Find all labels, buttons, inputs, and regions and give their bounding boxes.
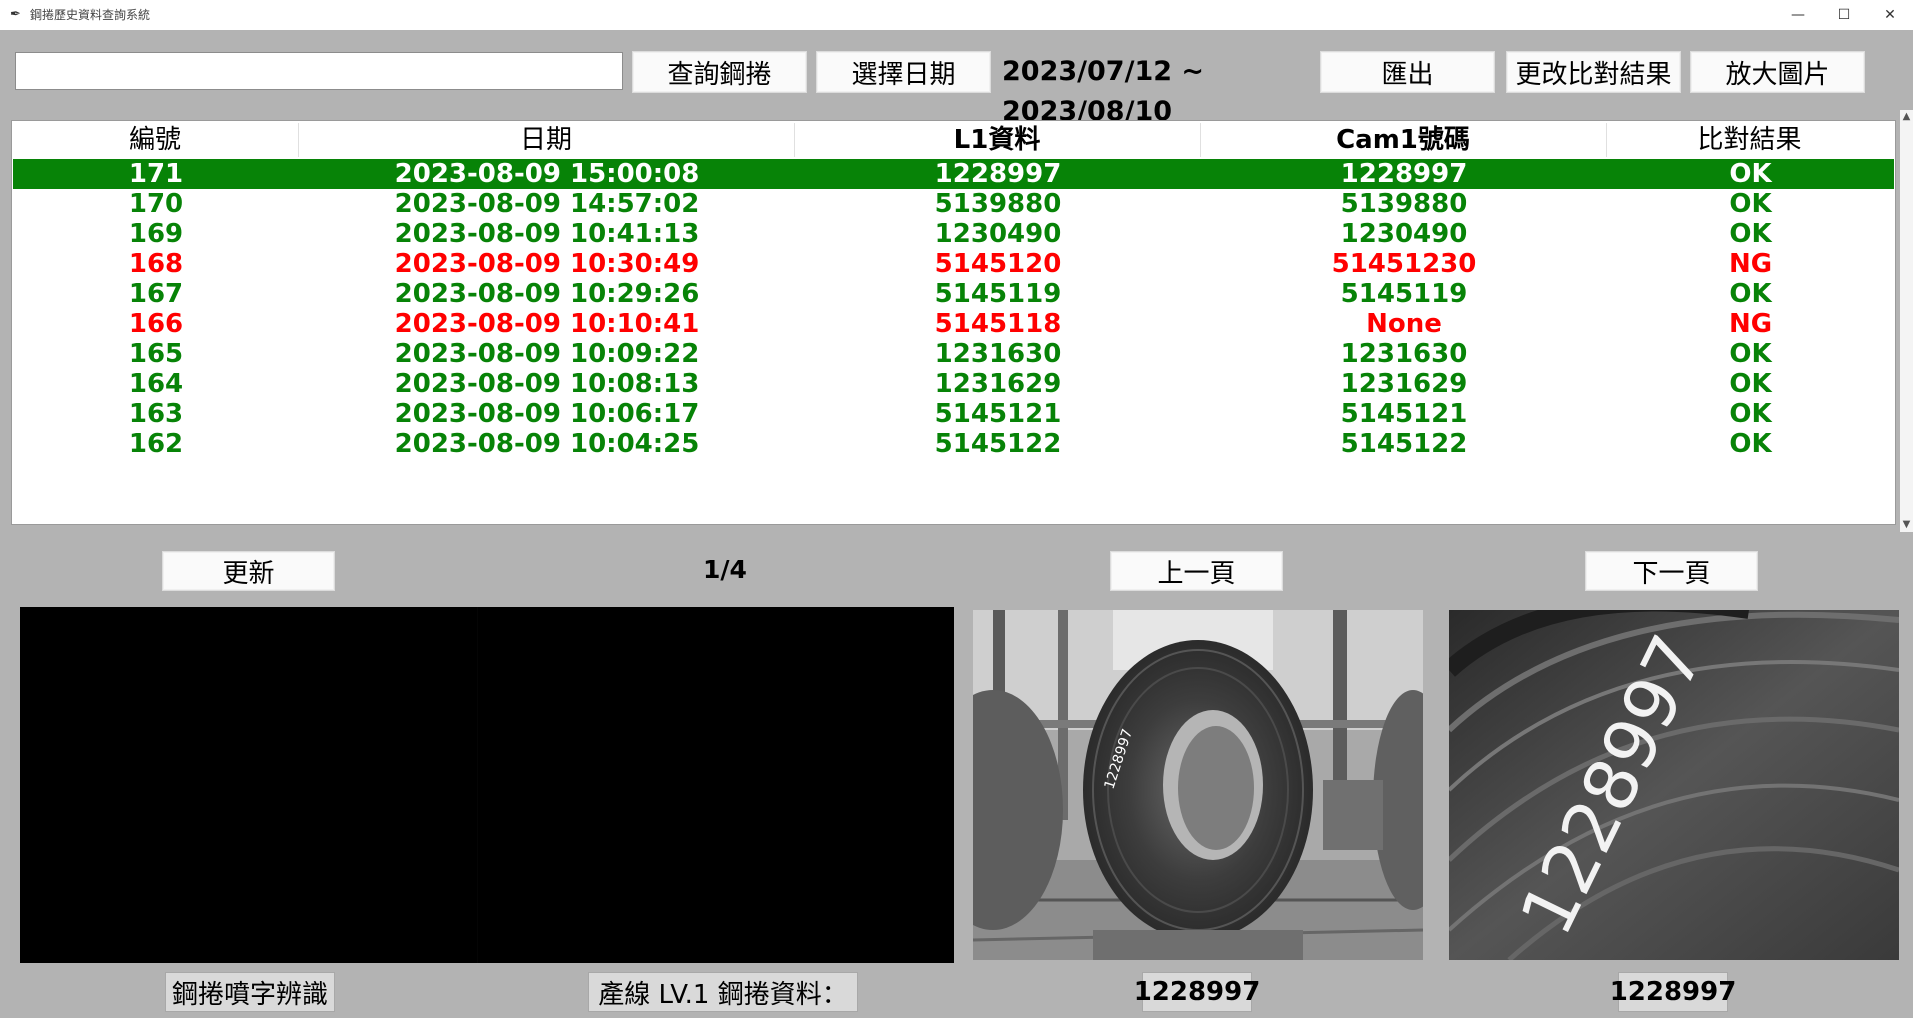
ocr-image-left — [20, 607, 478, 963]
query-coil-button[interactable]: 查詢鋼捲 — [632, 51, 807, 93]
cell-result: NG — [1728, 309, 1773, 339]
cell-id: 166 — [128, 309, 184, 339]
title-bar: ✒ 鋼捲歷史資料查詢系統 — ☐ ✕ — [0, 0, 1913, 30]
enlarge-image-button[interactable]: 放大圖片 — [1690, 51, 1865, 93]
coil-closeup-graphic: 1228997 — [1449, 610, 1899, 960]
cell-l1: 5145118 — [934, 309, 1062, 339]
cell-l1: 5145119 — [934, 279, 1062, 309]
ocr-image-panel — [20, 607, 954, 963]
cell-cam1: 5145119 — [1340, 279, 1468, 309]
scroll-up-arrow-icon[interactable]: ▲ — [1900, 110, 1913, 124]
cell-l1: 1230490 — [934, 219, 1062, 249]
cell-date: 2023-08-09 10:09:22 — [394, 339, 700, 369]
close-button[interactable]: ✕ — [1867, 0, 1913, 30]
table-row[interactable]: 167 2023-08-09 10:29:26 5145119 5145119 OK — [13, 279, 1894, 309]
cell-result: OK — [1729, 429, 1772, 459]
cell-l1: 5145122 — [934, 429, 1062, 459]
table-row[interactable]: 164 2023-08-09 10:08:13 1231629 1231629 OK — [13, 369, 1894, 399]
column-header-cam1[interactable]: Cam1號碼 — [1200, 123, 1606, 157]
feather-icon: ✒ — [10, 7, 21, 22]
cell-id: 170 — [128, 189, 184, 219]
camera-coil-photo: 1228997 — [973, 610, 1423, 960]
coil-search-input[interactable] — [15, 52, 623, 90]
column-header-l1[interactable]: L1資料 — [794, 123, 1200, 157]
cell-id: 169 — [128, 219, 184, 249]
cell-id: 165 — [128, 339, 184, 369]
cell-date: 2023-08-09 10:08:13 — [394, 369, 700, 399]
cell-cam1: 1228997 — [1340, 159, 1468, 189]
cell-cam1: None — [1366, 309, 1442, 339]
cell-id: 162 — [128, 429, 184, 459]
cell-cam1: 51451230 — [1331, 249, 1477, 279]
scroll-down-arrow-icon[interactable]: ▼ — [1900, 518, 1913, 532]
cell-cam1: 1231630 — [1340, 339, 1468, 369]
cell-result: OK — [1729, 279, 1772, 309]
table-row[interactable]: 162 2023-08-09 10:04:25 5145122 5145122 OK — [13, 429, 1894, 459]
cell-result: OK — [1729, 189, 1772, 219]
cell-cam1: 1230490 — [1340, 219, 1468, 249]
table-row[interactable]: 166 2023-08-09 10:10:41 5145118 None NG — [13, 309, 1894, 339]
coil-scene-graphic: 1228997 — [973, 610, 1423, 960]
cell-id: 167 — [128, 279, 184, 309]
cell-cam1: 5145122 — [1340, 429, 1468, 459]
maximize-button[interactable]: ☐ — [1821, 0, 1867, 30]
camera-number-value: 1228997 — [1134, 972, 1260, 1012]
cell-date: 2023-08-09 10:29:26 — [394, 279, 700, 309]
table-row[interactable]: 169 2023-08-09 10:41:13 1230490 1230490 OK — [13, 219, 1894, 249]
cell-cam1: 5145121 — [1340, 399, 1468, 429]
page-indicator: 1/4 — [703, 555, 747, 584]
ocr-label: 鋼捲噴字辨識 — [165, 972, 335, 1012]
cell-date: 2023-08-09 10:30:49 — [394, 249, 700, 279]
cell-result: NG — [1728, 249, 1773, 279]
column-header-result[interactable]: 比對結果 — [1606, 123, 1893, 157]
cell-date: 2023-08-09 15:00:08 — [394, 159, 700, 189]
cell-l1: 5145121 — [934, 399, 1062, 429]
table-row[interactable]: 168 2023-08-09 10:30:49 5145120 51451230 NG — [13, 249, 1894, 279]
cell-result: OK — [1729, 369, 1772, 399]
window-title: 鋼捲歷史資料查詢系統 — [30, 8, 151, 22]
cell-id: 171 — [128, 159, 184, 189]
cell-l1: 1228997 — [934, 159, 1062, 189]
table-row[interactable]: 165 2023-08-09 10:09:22 1231630 1231630 OK — [13, 339, 1894, 369]
cell-id: 163 — [128, 399, 184, 429]
prev-page-button[interactable]: 上一頁 — [1110, 551, 1283, 591]
column-header-id[interactable]: 編號 — [12, 123, 298, 157]
cell-date: 2023-08-09 10:04:25 — [394, 429, 700, 459]
cell-result: OK — [1729, 339, 1772, 369]
coil-history-table: 編號 日期 L1資料 Cam1號碼 比對結果 171 2023-08-09 15:… — [11, 120, 1896, 525]
refresh-button[interactable]: 更新 — [162, 551, 335, 591]
cell-id: 164 — [128, 369, 184, 399]
table-row[interactable]: 163 2023-08-09 10:06:17 5145121 5145121 OK — [13, 399, 1894, 429]
cell-cam1: 1231629 — [1340, 369, 1468, 399]
cell-result: OK — [1729, 159, 1772, 189]
cell-l1: 5139880 — [934, 189, 1062, 219]
cell-result: OK — [1729, 219, 1772, 249]
l1-data-label: 產線 LV.1 鋼捲資料： — [588, 972, 858, 1012]
cell-date: 2023-08-09 14:57:02 — [394, 189, 700, 219]
column-header-date[interactable]: 日期 — [298, 123, 794, 157]
table-row[interactable]: 171 2023-08-09 15:00:08 1228997 1228997 OK — [13, 159, 1894, 189]
select-date-button[interactable]: 選擇日期 — [816, 51, 991, 93]
cell-cam1: 5139880 — [1340, 189, 1468, 219]
cropped-number-value: 1228997 — [1610, 972, 1736, 1012]
table-scrollbar[interactable]: ▲ ▼ — [1900, 110, 1913, 532]
cell-date: 2023-08-09 10:10:41 — [394, 309, 700, 339]
cell-id: 168 — [128, 249, 184, 279]
cell-l1: 1231629 — [934, 369, 1062, 399]
next-page-button[interactable]: 下一頁 — [1585, 551, 1758, 591]
cropped-number-photo: 1228997 — [1449, 610, 1899, 960]
cell-date: 2023-08-09 10:06:17 — [394, 399, 700, 429]
minimize-button[interactable]: — — [1775, 0, 1821, 30]
date-range-text: 2023/07/12 ~ 2023/08/10 — [1002, 56, 1205, 127]
cell-l1: 1231630 — [934, 339, 1062, 369]
export-button[interactable]: 匯出 — [1320, 51, 1495, 93]
cell-date: 2023-08-09 10:41:13 — [394, 219, 700, 249]
table-row[interactable]: 170 2023-08-09 14:57:02 5139880 5139880 OK — [13, 189, 1894, 219]
cell-result: OK — [1729, 399, 1772, 429]
change-result-button[interactable]: 更改比對結果 — [1506, 51, 1681, 93]
cell-l1: 5145120 — [934, 249, 1062, 279]
